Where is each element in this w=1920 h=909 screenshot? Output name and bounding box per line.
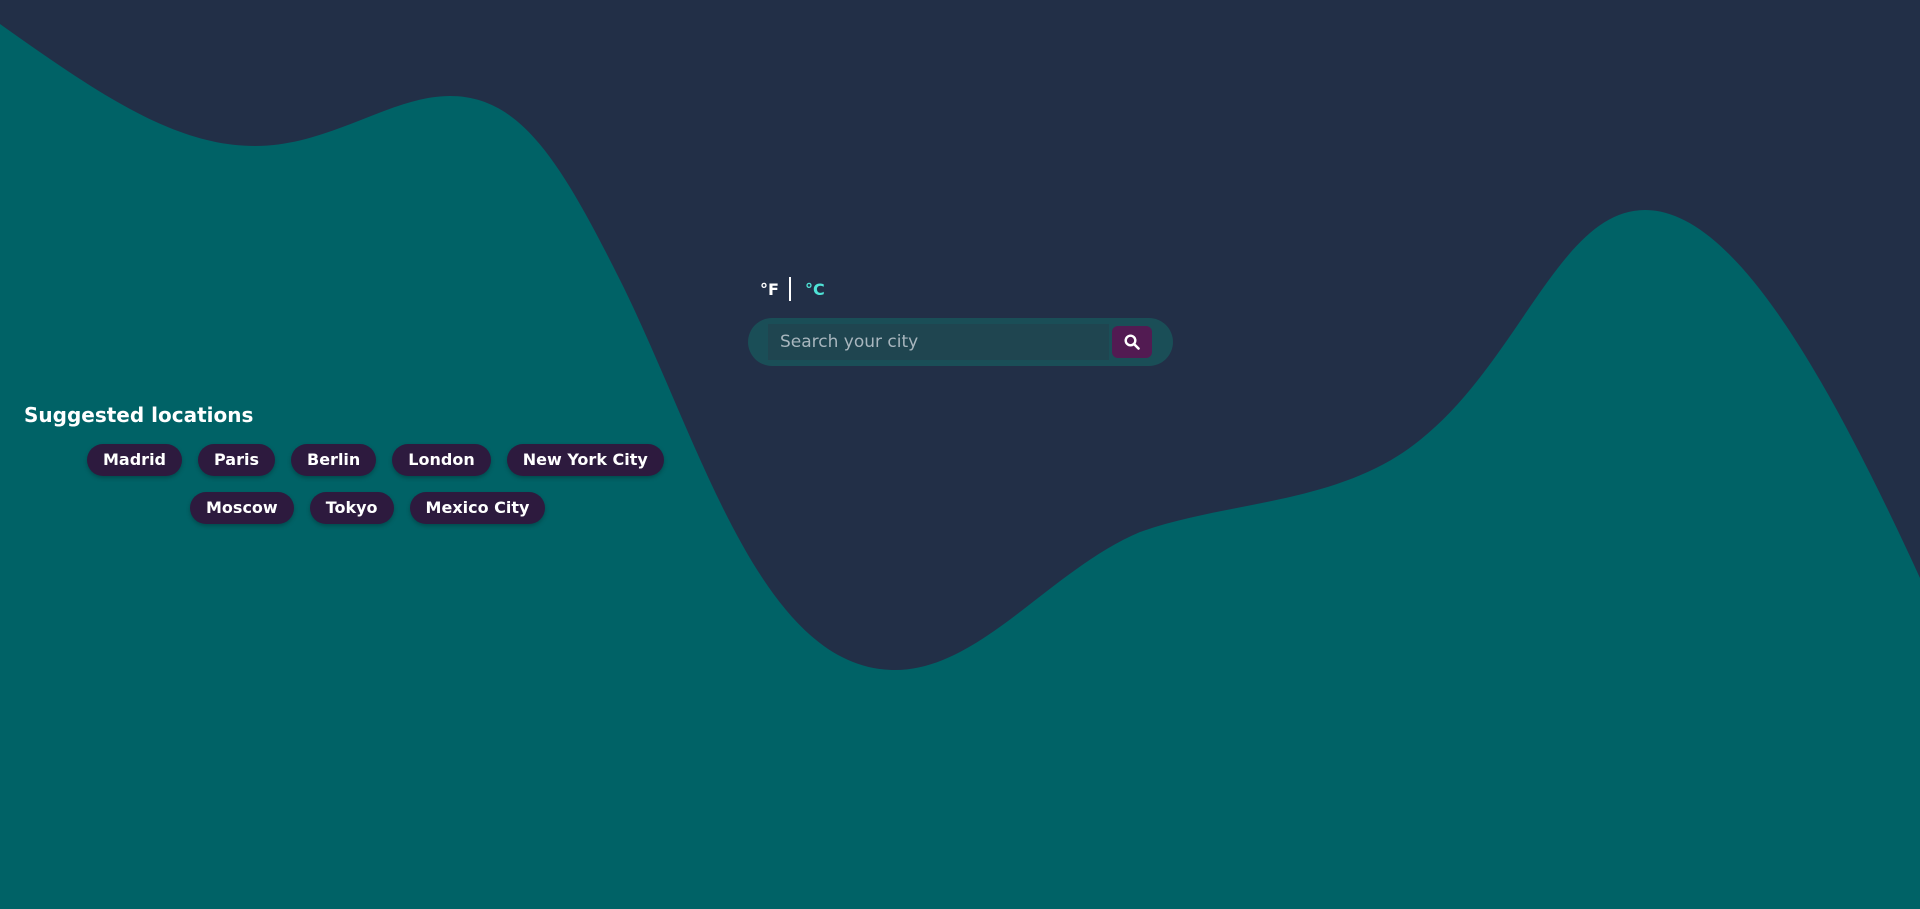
search-icon [1124,334,1140,350]
search-button[interactable] [1112,326,1152,358]
search-bar [748,318,1173,366]
suggested-row-1: Madrid Paris Berlin London New York City [0,444,807,476]
location-chip-london[interactable]: London [392,444,491,476]
unit-fahrenheit[interactable]: °F [756,280,783,299]
location-chip-moscow[interactable]: Moscow [190,492,294,524]
unit-toggle: °F °C [756,276,829,302]
location-chip-paris[interactable]: Paris [198,444,275,476]
search-input[interactable] [768,324,1109,360]
unit-celsius[interactable]: °C [801,280,829,299]
location-chip-madrid[interactable]: Madrid [87,444,182,476]
location-chip-tokyo[interactable]: Tokyo [309,492,394,524]
unit-divider [788,277,791,301]
location-chip-mexico-city[interactable]: Mexico City [409,492,546,524]
suggested-row-2: Moscow Tokyo Mexico City [0,492,910,524]
location-chip-berlin[interactable]: Berlin [291,444,377,476]
suggested-locations-title: Suggested locations [24,403,254,427]
location-chip-new-york-city[interactable]: New York City [506,444,664,476]
